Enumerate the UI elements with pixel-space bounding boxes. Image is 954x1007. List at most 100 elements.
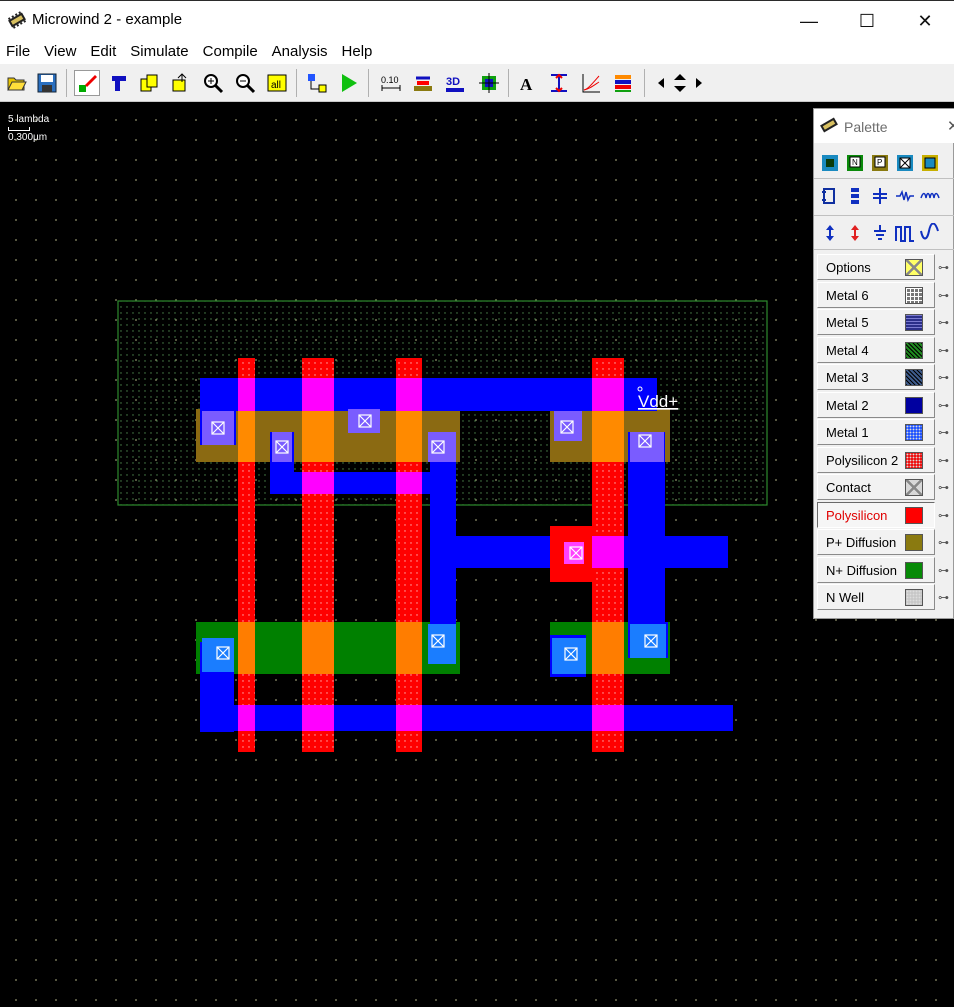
visible-icon[interactable]: [919, 222, 941, 244]
diff-contact-icon[interactable]: [919, 152, 941, 174]
copy-icon[interactable]: [136, 70, 162, 96]
layer-label: N+ Diffusion: [826, 563, 897, 578]
layer-pin-icon[interactable]: ⊶: [938, 481, 949, 494]
layer-label: Polysilicon 2: [826, 453, 899, 468]
layer-pin-icon[interactable]: ⊶: [938, 261, 949, 274]
layer-label: Metal 3: [826, 370, 869, 385]
zoom-in-icon[interactable]: [200, 70, 226, 96]
menu-simulate[interactable]: Simulate: [124, 40, 196, 62]
palette-device-row-3: [819, 219, 951, 247]
open-icon[interactable]: [4, 70, 30, 96]
layer-pin-icon[interactable]: ⊶: [938, 426, 949, 439]
minimize-button[interactable]: —: [780, 1, 838, 41]
layer-button-contact[interactable]: Contact: [817, 474, 935, 500]
layer-button-n-well[interactable]: N Well: [817, 584, 935, 610]
layer-pin-icon[interactable]: ⊶: [938, 509, 949, 522]
layout-drawing: Vdd+: [117, 300, 768, 752]
chart-icon[interactable]: [578, 70, 604, 96]
layer-swatch: [905, 259, 923, 276]
close-button[interactable]: ✕: [896, 1, 954, 41]
run-simulation-icon[interactable]: [336, 70, 362, 96]
app-chip-icon: [7, 11, 27, 29]
move-icon[interactable]: [106, 70, 132, 96]
inductor-icon[interactable]: [919, 185, 941, 207]
layer-label: N Well: [826, 590, 865, 605]
layer-swatch: [905, 589, 923, 606]
arrows-icon[interactable]: [654, 70, 706, 96]
layer-button-n-diffusion[interactable]: N+ Diffusion: [817, 557, 935, 583]
layout-canvas[interactable]: 5 lambda 0.300µm Vdd+: [0, 102, 954, 1007]
menu-file[interactable]: File: [0, 40, 38, 62]
layer-pin-icon[interactable]: ⊶: [938, 591, 949, 604]
n-contact-icon[interactable]: N: [844, 152, 866, 174]
layer-pin-icon[interactable]: ⊶: [938, 316, 949, 329]
zoom-out-icon[interactable]: [232, 70, 258, 96]
layer-button-polysilicon[interactable]: Polysilicon: [817, 502, 935, 528]
capacitor-icon[interactable]: [844, 185, 866, 207]
resistor-icon[interactable]: [894, 185, 916, 207]
p-contact-icon[interactable]: P: [869, 152, 891, 174]
draw-icon[interactable]: [74, 70, 100, 96]
pulse-icon[interactable]: [869, 222, 891, 244]
3d-view-icon[interactable]: 3D: [442, 70, 468, 96]
layer-button-metal-2[interactable]: Metal 2: [817, 392, 935, 418]
measure-icon[interactable]: 0.10: [378, 70, 404, 96]
stretch-icon[interactable]: [168, 70, 194, 96]
layer-pin-icon[interactable]: ⊶: [938, 371, 949, 384]
navigator-icon[interactable]: [476, 70, 502, 96]
layer-pin-icon[interactable]: ⊶: [938, 399, 949, 412]
layer-button-metal-5[interactable]: Metal 5: [817, 309, 935, 335]
cross-section-icon[interactable]: [410, 70, 436, 96]
clock-icon[interactable]: [844, 222, 866, 244]
maximize-button[interactable]: ☐: [838, 1, 896, 41]
vdd-node-label: Vdd+: [638, 392, 678, 411]
menu-edit[interactable]: Edit: [84, 40, 124, 62]
layer-button-metal-3[interactable]: Metal 3: [817, 364, 935, 390]
layer-pin-icon[interactable]: ⊶: [938, 564, 949, 577]
layer-swatch: [905, 534, 923, 551]
view-all-icon[interactable]: all: [264, 70, 290, 96]
layers-icon[interactable]: [610, 70, 636, 96]
palette-device-row-1: N P: [819, 149, 951, 177]
nmos-contact-icon[interactable]: [819, 152, 841, 174]
layer-swatch: [905, 314, 923, 331]
layer-label: Options: [826, 260, 871, 275]
menu-help[interactable]: Help: [336, 40, 381, 62]
ground-icon[interactable]: [869, 185, 891, 207]
supply-icon[interactable]: [819, 222, 841, 244]
palette-device-row-2: [819, 182, 951, 210]
layer-button-metal-1[interactable]: Metal 1: [817, 419, 935, 445]
layer-label: Metal 6: [826, 288, 869, 303]
palette-chip-icon: [820, 117, 838, 133]
layer-pin-icon[interactable]: ⊶: [938, 344, 949, 357]
text-icon[interactable]: A: [514, 70, 540, 96]
svg-text:P: P: [877, 158, 882, 167]
layer-label: Polysilicon: [826, 508, 888, 523]
layer-button-p-diffusion[interactable]: P+ Diffusion: [817, 529, 935, 555]
layer-swatch: [905, 479, 923, 496]
layer-button-metal-6[interactable]: Metal 6: [817, 282, 935, 308]
layer-pin-icon[interactable]: ⊶: [938, 536, 949, 549]
vertical-cut-icon[interactable]: [546, 70, 572, 96]
pad-icon[interactable]: [819, 185, 841, 207]
save-icon[interactable]: [34, 70, 60, 96]
layer-button-metal-4[interactable]: Metal 4: [817, 337, 935, 363]
layer-pin-icon[interactable]: ⊶: [938, 289, 949, 302]
layer-label: Metal 1: [826, 425, 869, 440]
layer-label: Metal 2: [826, 398, 869, 413]
sine-icon[interactable]: [894, 222, 916, 244]
palette-title-bar: Palette ✕: [814, 109, 954, 143]
menu-view[interactable]: View: [38, 40, 84, 62]
menu-analysis[interactable]: Analysis: [266, 40, 336, 62]
connect-icon[interactable]: [304, 70, 330, 96]
layer-button-options[interactable]: Options: [817, 254, 935, 280]
via-icon[interactable]: [894, 152, 916, 174]
layer-label: Metal 4: [826, 343, 869, 358]
layer-label: P+ Diffusion: [826, 535, 897, 550]
layer-button-polysilicon-2[interactable]: Polysilicon 2: [817, 447, 935, 473]
palette-close-button[interactable]: ✕: [947, 117, 954, 135]
menu-bar: File View Edit Simulate Compile Analysis…: [0, 40, 954, 62]
layer-swatch: [905, 424, 923, 441]
layer-pin-icon[interactable]: ⊶: [938, 454, 949, 467]
menu-compile[interactable]: Compile: [197, 40, 266, 62]
